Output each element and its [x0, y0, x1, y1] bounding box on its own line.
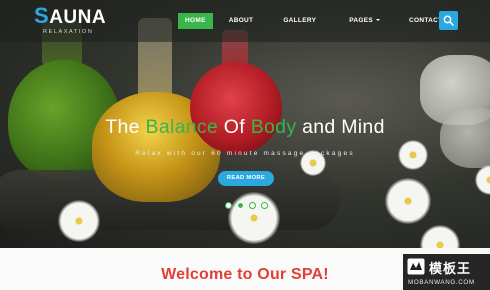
header: SAUNA RELAXATION HOME ABOUT GALLERY PAGE…	[0, 0, 490, 42]
slider-dot-4[interactable]	[261, 202, 268, 209]
flower-decoration	[420, 225, 460, 248]
slider-pagination	[225, 202, 273, 209]
search-button[interactable]	[439, 11, 458, 30]
watermark[interactable]: 模板王 MOBANWANG.COM	[403, 254, 490, 290]
red-oil-bottle	[190, 62, 282, 154]
nav-home[interactable]: HOME	[178, 13, 213, 29]
nav-gallery[interactable]: GALLERY	[276, 13, 323, 29]
logo-icon	[407, 258, 425, 275]
nav-pages-label: PAGES	[349, 17, 374, 24]
hero-title: The Balance Of Body and Mind	[105, 116, 385, 138]
slider-dot-3[interactable]	[249, 202, 256, 209]
search-icon	[443, 15, 454, 26]
main-nav: HOME ABOUT GALLERY PAGES CONTACT	[178, 13, 449, 29]
nav-about[interactable]: ABOUT	[222, 13, 261, 29]
read-more-button[interactable]: READ MORE	[218, 171, 274, 186]
logo-wordmark: SAUNA	[34, 3, 107, 28]
slider-dot-2[interactable]	[237, 202, 244, 209]
chevron-down-icon	[376, 19, 381, 22]
logo-tagline: RELAXATION	[43, 29, 94, 35]
watermark-chinese: 模板王	[429, 262, 472, 277]
flower-decoration	[228, 192, 280, 244]
watermark-english: MOBANWANG.COM	[408, 279, 475, 286]
logo[interactable]: SAUNA RELAXATION	[34, 3, 107, 36]
nav-pages[interactable]: PAGES	[342, 13, 387, 29]
flower-decoration	[475, 165, 490, 195]
hero-subtitle: Relax with our 60 minute massage package…	[135, 150, 355, 157]
slider-dot-1[interactable]	[225, 202, 232, 209]
flower-decoration	[58, 200, 100, 242]
flower-decoration	[385, 178, 431, 224]
